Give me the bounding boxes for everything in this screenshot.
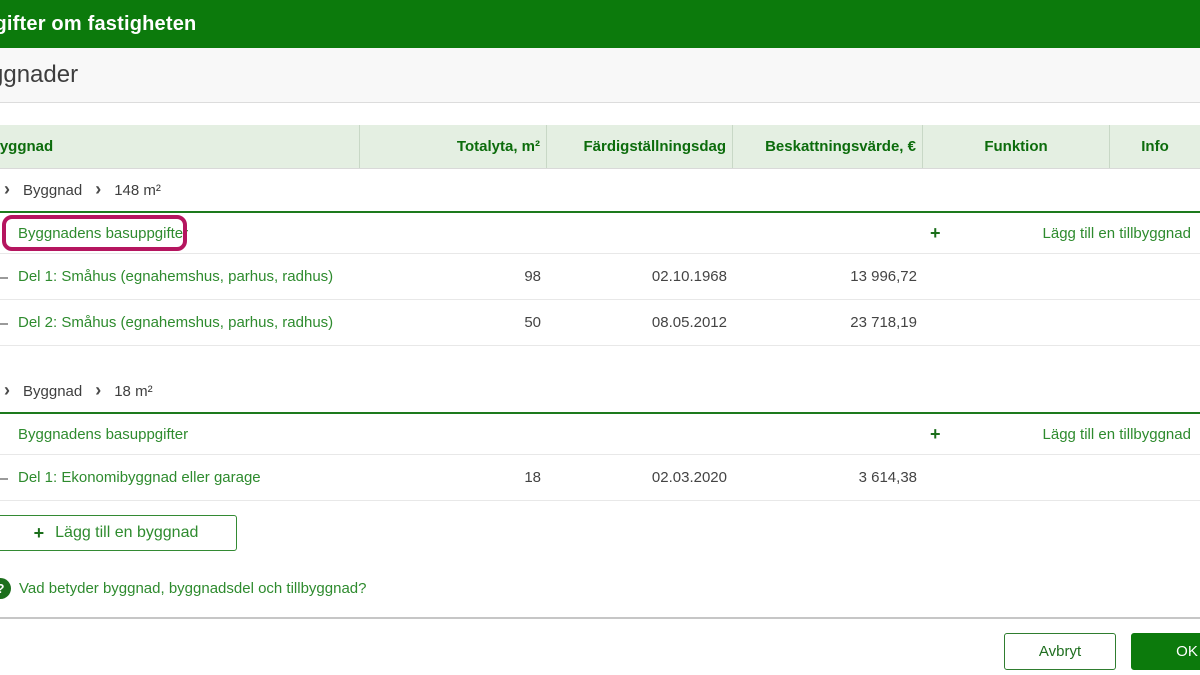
breadcrumb-area: 148 m²: [114, 181, 161, 199]
help-link-label: Vad betyder byggnad, byggnadsdel och til…: [19, 580, 367, 597]
help-icon: ?: [0, 578, 11, 599]
basic-info-link[interactable]: Byggnadens basuppgifter: [18, 426, 188, 443]
total-area-value: 50: [524, 314, 541, 331]
dialog-title-bar: Uppgifter om fastigheten: [0, 0, 1200, 48]
help-link[interactable]: ? Vad betyder byggnad, byggnadsdel och t…: [0, 578, 1200, 599]
building-part-link[interactable]: Del 1: Småhus (egnahemshus, parhus, radh…: [18, 268, 333, 285]
chevron-right-icon: ›: [4, 380, 10, 400]
section-heading: Byggnader: [0, 61, 79, 88]
plus-icon: +: [930, 424, 941, 444]
tree-dash-icon: [0, 276, 8, 279]
building-part-row: Del 2: Småhus (egnahemshus, parhus, radh…: [0, 300, 1200, 345]
dialog: Uppgifter om fastigheten Byggnader Byggn…: [0, 0, 1200, 675]
completion-date-value: 02.03.2020: [651, 469, 727, 486]
tax-value: 13 996,72: [850, 268, 917, 285]
column-header-function: Funktion: [923, 125, 1110, 168]
column-header-building: Byggnad: [0, 125, 360, 168]
total-area-value: 18: [524, 469, 541, 486]
column-header-completion-date: Färdigställningsdag: [547, 125, 733, 168]
add-extension-link[interactable]: + Lägg till en tillbyggnad: [930, 213, 1191, 253]
row-divider: [0, 500, 1200, 501]
basic-info-link[interactable]: Byggnadens basuppgifter: [18, 225, 188, 242]
add-building-button[interactable]: + Lägg till en byggnad: [0, 515, 237, 551]
completion-date-value: 08.05.2012: [651, 314, 727, 331]
plus-icon: +: [930, 223, 941, 243]
basic-info-row: Byggnadens basuppgifter + Lägg till en t…: [0, 213, 1200, 253]
tax-value: 3 614,38: [858, 469, 917, 486]
group-breadcrumb: › Byggnad › 148 m²: [0, 169, 1200, 211]
ok-button[interactable]: OK: [1131, 633, 1200, 670]
basic-info-row: Byggnadens basuppgifter + Lägg till en t…: [0, 414, 1200, 454]
column-header-info: Info: [1141, 138, 1169, 155]
completion-date-value: 02.10.1968: [651, 268, 727, 285]
total-area-value: 98: [524, 268, 541, 285]
chevron-right-icon: ›: [95, 179, 102, 199]
add-extension-link[interactable]: + Lägg till en tillbyggnad: [930, 414, 1191, 454]
plus-icon: +: [33, 523, 45, 543]
buildings-table: Byggnad Totalyta, m² Färdigställningsdag…: [0, 125, 1200, 501]
table-header-row: Byggnad Totalyta, m² Färdigställningsdag…: [0, 125, 1200, 169]
column-header-tax-value: Beskattningsvärde, €: [733, 125, 923, 168]
building-part-row: Del 1: Småhus (egnahemshus, parhus, radh…: [0, 254, 1200, 299]
chevron-right-icon: ›: [95, 380, 102, 400]
breadcrumb-area: 18 m²: [114, 382, 153, 400]
chevron-right-icon: ›: [4, 179, 10, 199]
building-part-link[interactable]: Del 2: Småhus (egnahemshus, parhus, radh…: [18, 314, 333, 331]
tax-value: 23 718,19: [850, 314, 917, 331]
group-breadcrumb: › Byggnad › 18 m²: [0, 370, 1200, 412]
section-heading-strip: Byggnader: [0, 48, 1200, 103]
breadcrumb-type: Byggnad: [23, 382, 83, 400]
tree-dash-icon: [0, 322, 8, 325]
footer-actions: Avbryt OK: [0, 619, 1200, 675]
cancel-button[interactable]: Avbryt: [1004, 633, 1116, 670]
column-header-total-area: Totalyta, m²: [360, 125, 547, 168]
building-part-link[interactable]: Del 1: Ekonomibyggnad eller garage: [18, 469, 261, 486]
tree-dash-icon: [0, 477, 8, 480]
building-part-row: Del 1: Ekonomibyggnad eller garage 18 02…: [0, 455, 1200, 500]
dialog-title: Uppgifter om fastigheten: [0, 12, 197, 35]
breadcrumb-type: Byggnad: [23, 181, 83, 199]
